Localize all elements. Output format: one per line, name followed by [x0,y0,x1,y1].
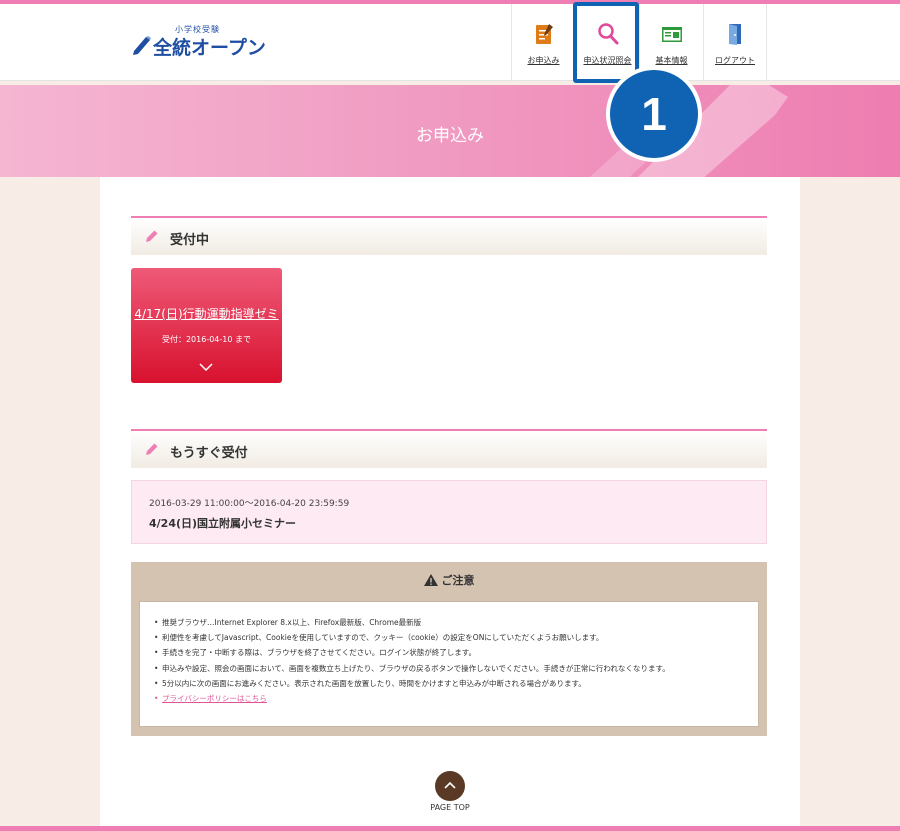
event-card-title[interactable]: 4/17(日)行動運動指導ゼミ [131,305,282,322]
section-accepting-title: 受付中 [170,233,210,248]
nav-logout-label: ログアウト [715,56,755,65]
notice-item: 手続きを完了・中断する際は、ブラウザを終了させてください。ログイン状態が終了しま… [154,645,746,660]
site-header: 小学校受験 全統オープン お申込み 申込状況照会 基本情報 ログアウト [0,4,900,81]
notice-item: 利便性を考慮してJavascript、Cookieを使用していますので、クッキー… [154,630,746,645]
chevron-up-icon [444,781,456,789]
page-banner: お申込み [0,85,900,177]
notice-item: 推奨ブラウザ…Internet Explorer 8.x以上、Firefox最新… [154,615,746,630]
notice-title: ご注意 [441,574,475,587]
event-card[interactable]: 4/17(日)行動運動指導ゼミ 受付：2016-04-10 まで [131,268,282,383]
page-top-label[interactable]: PAGE TOP [100,803,800,812]
section-upcoming-title: もうすぐ受付 [170,446,248,461]
notice-body: 推奨ブラウザ…Internet Explorer 8.x以上、Firefox最新… [139,601,759,727]
event-card-deadline: 受付：2016-04-10 まで [161,335,252,344]
pencil-icon [146,230,158,242]
nav-basic-info-label: 基本情報 [655,56,688,65]
pencil-logo-icon [133,36,151,55]
notice-item: 申込みや設定、照会の画面において、画面を複数立ち上げたり、ブラウザの戻るボタンで… [154,661,746,676]
notice-list: 推奨ブラウザ…Internet Explorer 8.x以上、Firefox最新… [154,615,746,706]
id-card-icon [661,27,682,42]
upcoming-event-title: 4/24(日)国立附属小セミナー [149,517,297,530]
pencil-icon [146,443,158,455]
nav-apply-label: お申込み [527,56,560,65]
bottom-accent-strip [0,826,900,831]
notice-header: ご注意 [131,572,767,588]
page-title: お申込み [416,126,484,146]
section-accepting-header: 受付中 [131,216,767,255]
upcoming-event-period: 2016-03-29 11:00:00～2016-04-20 23:59:59 [149,499,350,509]
site-logo[interactable]: 小学校受験 全統オープン [131,24,276,64]
notice-item: 5分以内に次の画面にお進みください。表示された画面を放置したり、時間をかけますと… [154,676,746,691]
section-upcoming-header: もうすぐ受付 [131,429,767,468]
chevron-down-icon[interactable] [199,363,213,371]
logout-door-icon [729,24,741,45]
main-content: 受付中 4/17(日)行動運動指導ゼミ 受付：2016-04-10 まで もうす… [100,177,800,826]
page-top-button[interactable] [435,771,465,801]
nav-logout[interactable]: ログアウト [703,4,767,81]
warning-icon [423,574,438,586]
logo-title: 全統オープン [153,37,266,59]
annotation-highlight-box [573,2,639,83]
nav-apply[interactable]: お申込み [511,4,575,81]
notice-panel: ご注意 推奨ブラウザ…Internet Explorer 8.x以上、Firef… [131,562,767,736]
privacy-policy-link[interactable]: プライバシーポリシーはこちら [154,691,746,706]
application-form-icon [535,24,553,44]
upcoming-event-item: 2016-03-29 11:00:00～2016-04-20 23:59:59 … [131,480,767,544]
annotation-step-badge: 1 [606,66,702,162]
